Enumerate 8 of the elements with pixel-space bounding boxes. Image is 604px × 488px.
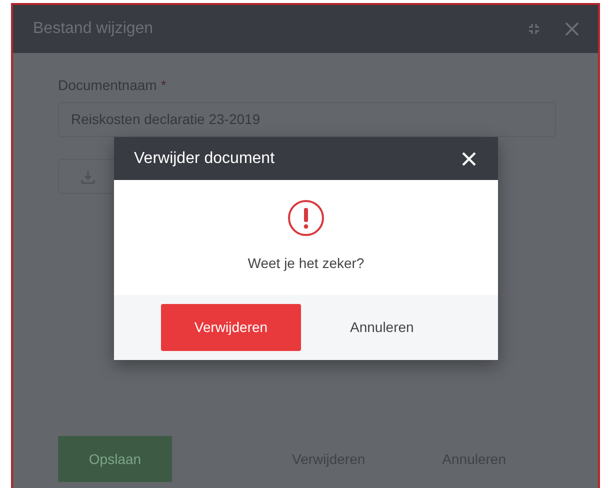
- confirm-message: Weet je het zeker?: [248, 254, 364, 273]
- collapse-icon[interactable]: [528, 23, 540, 35]
- cancel-button[interactable]: Annuleren: [350, 317, 414, 338]
- save-button[interactable]: Opslaan: [58, 436, 172, 482]
- dialog-title: Verwijder document: [134, 148, 276, 168]
- warning-icon: [287, 199, 325, 237]
- delete-button[interactable]: Verwijderen: [161, 304, 301, 351]
- required-mark: *: [160, 76, 166, 95]
